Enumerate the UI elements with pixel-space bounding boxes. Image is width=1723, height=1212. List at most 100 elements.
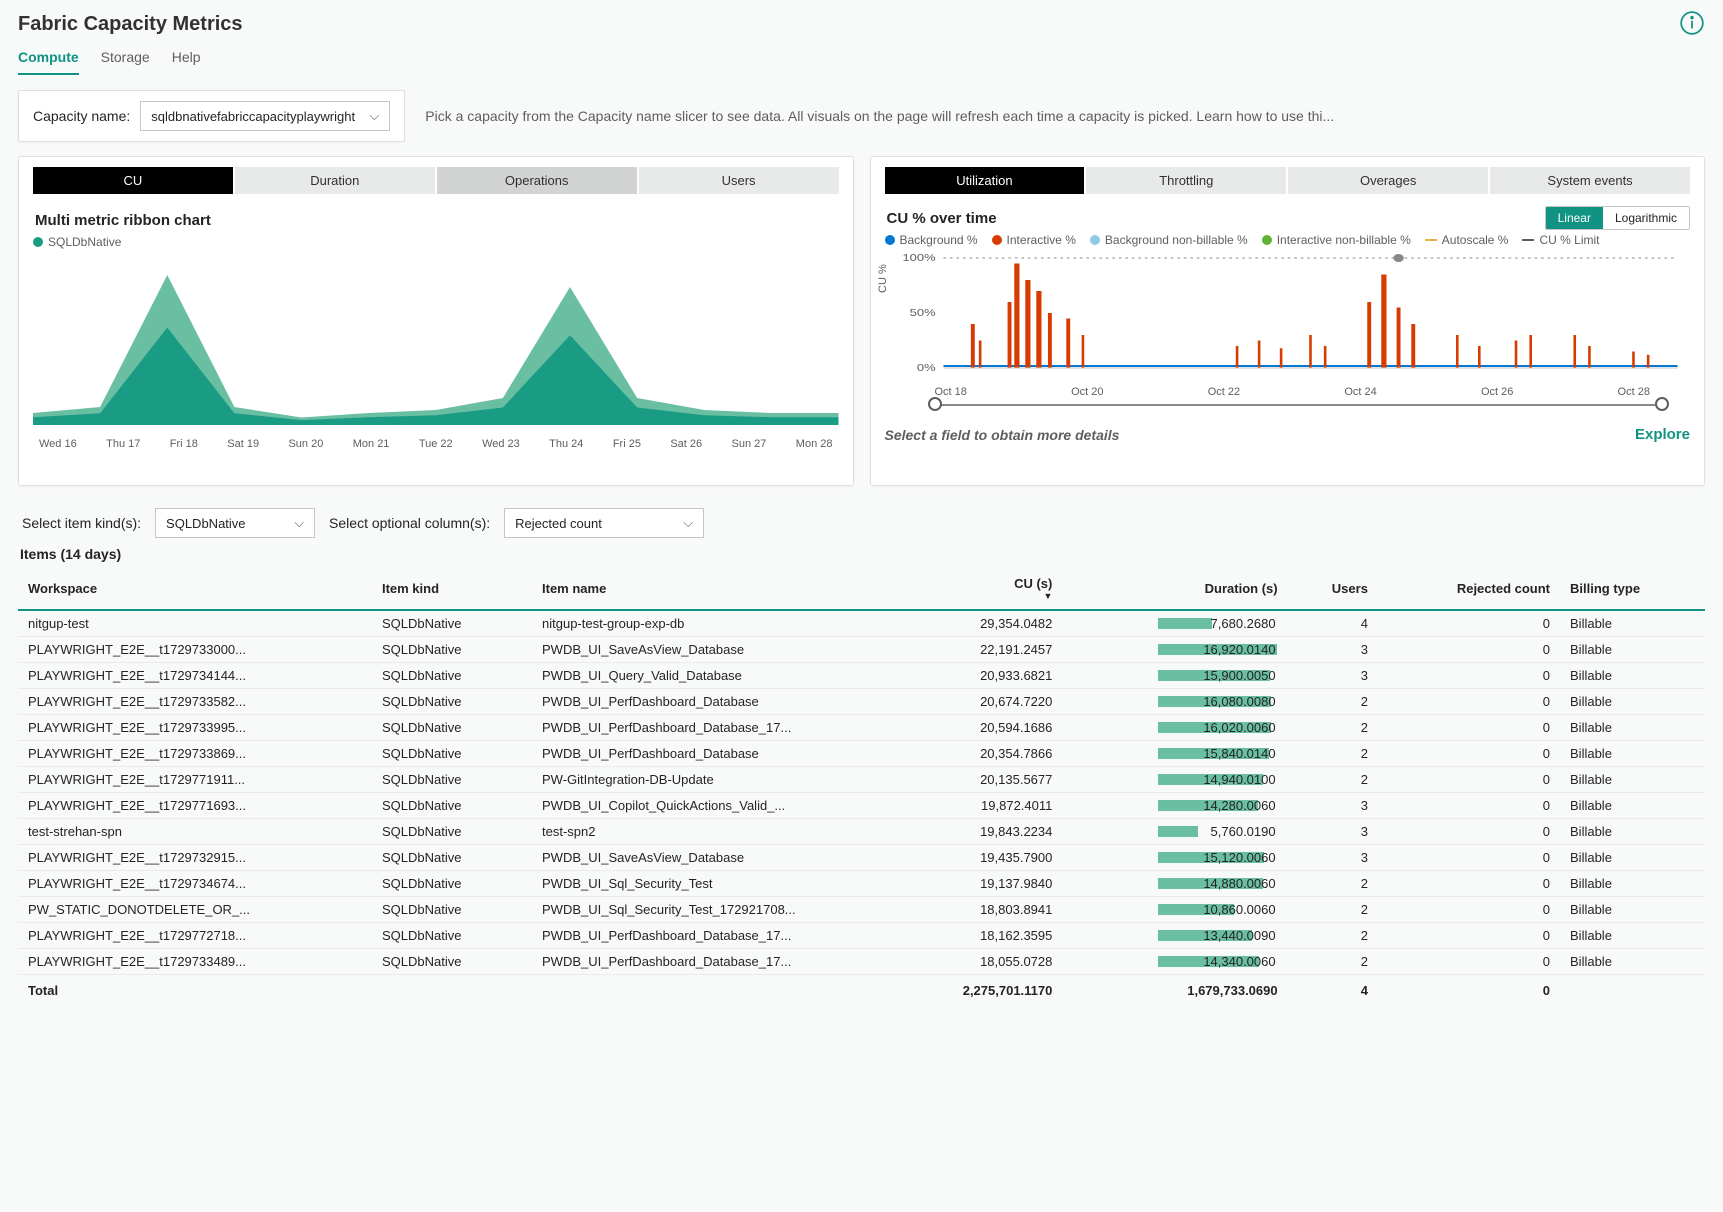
tab-help[interactable]: Help [172, 45, 201, 75]
cell: SQLDbNative [372, 637, 532, 663]
x-tick: Oct 22 [1208, 386, 1240, 398]
table-row[interactable]: test-strehan-spnSQLDbNativetest-spn219,8… [18, 819, 1705, 845]
cell: PLAYWRIGHT_E2E__t1729771693... [18, 793, 372, 819]
cell: SQLDbNative [372, 923, 532, 949]
col-duration-s-[interactable]: Duration (s) [1062, 568, 1287, 610]
tab-storage[interactable]: Storage [101, 45, 150, 75]
col-billing-type[interactable]: Billing type [1560, 568, 1705, 610]
cell: SQLDbNative [372, 663, 532, 689]
cell-duration: 14,280.0060 [1062, 793, 1287, 819]
x-tick: Fri 18 [170, 438, 198, 450]
log-button[interactable]: Logarithmic [1603, 207, 1689, 229]
x-tick: Sun 27 [732, 438, 767, 450]
table-row[interactable]: nitgup-testSQLDbNativenitgup-test-group-… [18, 610, 1705, 637]
overtime-panel: UtilizationThrottlingOveragesSystem even… [870, 156, 1706, 486]
col-rejected-count[interactable]: Rejected count [1378, 568, 1560, 610]
cell: 0 [1378, 610, 1560, 637]
table-row[interactable]: PW_STATIC_DONOTDELETE_OR_...SQLDbNativeP… [18, 897, 1705, 923]
ribbon-chart[interactable]: Wed 16Thu 17Fri 18Sat 19Sun 20Mon 21Tue … [33, 255, 839, 455]
col-workspace[interactable]: Workspace [18, 568, 372, 610]
cell: PWDB_UI_SaveAsView_Database [532, 637, 886, 663]
cell: PLAYWRIGHT_E2E__t1729733582... [18, 689, 372, 715]
cell: SQLDbNative [372, 949, 532, 975]
table-row[interactable]: PLAYWRIGHT_E2E__t1729733995...SQLDbNativ… [18, 715, 1705, 741]
table-row[interactable]: PLAYWRIGHT_E2E__t1729733000...SQLDbNativ… [18, 637, 1705, 663]
cell-duration: 14,940.0100 [1062, 767, 1287, 793]
cell: 2,275,701.1170 [886, 975, 1062, 1004]
cell: PWDB_UI_Query_Valid_Database [532, 663, 886, 689]
cell: test-strehan-spn [18, 819, 372, 845]
cell: 0 [1378, 637, 1560, 663]
col-cu-s-[interactable]: CU (s)▼ [886, 568, 1062, 610]
cell: 2 [1288, 923, 1378, 949]
info-icon[interactable] [1679, 10, 1705, 39]
cell: PLAYWRIGHT_E2E__t1729733995... [18, 715, 372, 741]
svg-text:0%: 0% [916, 363, 935, 373]
overtime-chart[interactable]: CU % 0%50%100% Oct 18Oct 20Oct 22Oct 24O… [885, 253, 1691, 418]
cell: SQLDbNative [372, 715, 532, 741]
table-row[interactable]: PLAYWRIGHT_E2E__t1729772718...SQLDbNativ… [18, 923, 1705, 949]
time-range-slider[interactable] [935, 404, 1663, 406]
cell: 2 [1288, 897, 1378, 923]
x-tick: Tue 22 [419, 438, 453, 450]
x-tick: Oct 20 [1071, 386, 1103, 398]
slider-handle-end[interactable] [1655, 397, 1669, 411]
item-kind-dropdown[interactable]: SQLDbNative ⌵ [155, 508, 315, 538]
cell: 20,354.7866 [886, 741, 1062, 767]
cell: 3 [1288, 793, 1378, 819]
legend-item[interactable]: Interactive non-billable % [1262, 233, 1411, 247]
table-row[interactable]: PLAYWRIGHT_E2E__t1729771693...SQLDbNativ… [18, 793, 1705, 819]
col-item-kind[interactable]: Item kind [372, 568, 532, 610]
cell: 2 [1288, 741, 1378, 767]
cell: 20,933.6821 [886, 663, 1062, 689]
right-tab-utilization[interactable]: Utilization [885, 167, 1085, 194]
svg-text:100%: 100% [902, 253, 935, 263]
table-row[interactable]: PLAYWRIGHT_E2E__t1729733869...SQLDbNativ… [18, 741, 1705, 767]
cell: 0 [1378, 949, 1560, 975]
col-users[interactable]: Users [1288, 568, 1378, 610]
cell: Billable [1560, 689, 1705, 715]
cell: Billable [1560, 923, 1705, 949]
table-row[interactable]: PLAYWRIGHT_E2E__t1729734674...SQLDbNativ… [18, 871, 1705, 897]
legend-item[interactable]: Autoscale % [1425, 233, 1509, 247]
cell: Billable [1560, 949, 1705, 975]
cell-duration: 15,120.0060 [1062, 845, 1287, 871]
item-kind-label: Select item kind(s): [22, 515, 141, 531]
cell: Billable [1560, 793, 1705, 819]
linear-button[interactable]: Linear [1546, 207, 1603, 229]
chevron-down-icon: ⌵ [683, 515, 693, 531]
legend-item[interactable]: Background % [885, 233, 978, 247]
cell-duration: 16,020.0060 [1062, 715, 1287, 741]
legend-item[interactable]: SQLDbNative [33, 235, 121, 249]
cell: 20,674.7220 [886, 689, 1062, 715]
table-row[interactable]: PLAYWRIGHT_E2E__t1729771911...SQLDbNativ… [18, 767, 1705, 793]
legend-item[interactable]: Background non-billable % [1090, 233, 1248, 247]
legend-item[interactable]: Interactive % [992, 233, 1076, 247]
optional-col-dropdown[interactable]: Rejected count ⌵ [504, 508, 704, 538]
table-row[interactable]: PLAYWRIGHT_E2E__t1729733489...SQLDbNativ… [18, 949, 1705, 975]
optional-col-value: Rejected count [515, 516, 602, 531]
right-tab-system-events[interactable]: System events [1490, 167, 1690, 194]
item-kind-value: SQLDbNative [166, 516, 245, 531]
metric-tab-duration[interactable]: Duration [235, 167, 435, 194]
tab-compute[interactable]: Compute [18, 45, 79, 75]
right-tab-overages[interactable]: Overages [1288, 167, 1488, 194]
metric-tab-operations[interactable]: Operations [437, 167, 637, 194]
cell: 19,843.2234 [886, 819, 1062, 845]
explore-link[interactable]: Explore [1635, 426, 1690, 443]
col-item-name[interactable]: Item name [532, 568, 886, 610]
table-row[interactable]: PLAYWRIGHT_E2E__t1729734144...SQLDbNativ… [18, 663, 1705, 689]
capacity-dropdown[interactable]: sqldbnativefabriccapacityplaywright ⌵ [140, 101, 390, 131]
table-row[interactable]: PLAYWRIGHT_E2E__t1729733582...SQLDbNativ… [18, 689, 1705, 715]
cell: PWDB_UI_PerfDashboard_Database [532, 689, 886, 715]
metric-tab-cu[interactable]: CU [33, 167, 233, 194]
slider-handle-start[interactable] [928, 397, 942, 411]
table-row[interactable]: PLAYWRIGHT_E2E__t1729732915...SQLDbNativ… [18, 845, 1705, 871]
metric-tab-users[interactable]: Users [639, 167, 839, 194]
cell: Billable [1560, 741, 1705, 767]
right-tab-throttling[interactable]: Throttling [1086, 167, 1286, 194]
chevron-down-icon: ⌵ [294, 515, 304, 531]
cell [1560, 975, 1705, 1004]
cell: SQLDbNative [372, 871, 532, 897]
legend-item[interactable]: CU % Limit [1522, 233, 1599, 247]
